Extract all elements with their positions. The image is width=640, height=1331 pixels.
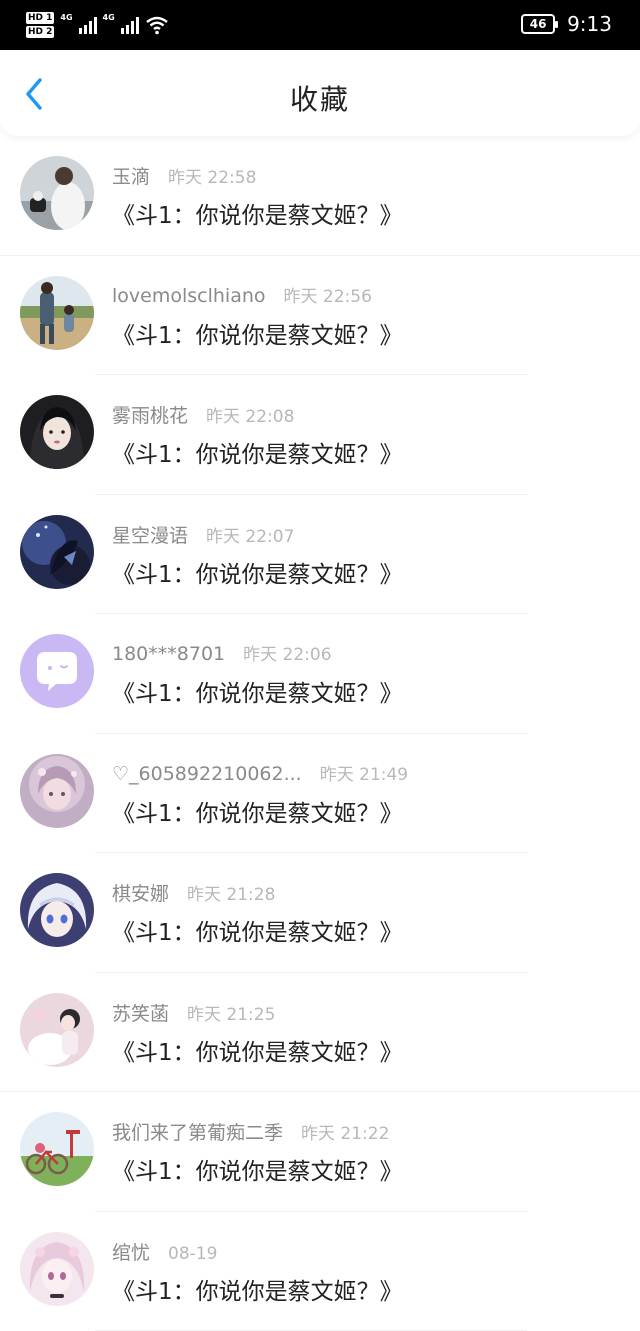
nickname: 星空漫语 [112,521,188,548]
status-time: 9:13 [567,12,612,36]
favorite-title[interactable]: 《斗1：你说你是蔡文姬？》 [112,794,403,828]
user-avatar[interactable] [20,754,94,828]
timestamp: 昨天 22:08 [206,402,294,427]
favorite-title[interactable]: 《斗1：你说你是蔡文姬？》 [112,435,403,469]
list-item[interactable]: 180***8701 昨天 22:06 《斗1：你说你是蔡文姬？》 [0,614,640,734]
nickname: lovemolsclhiano [112,285,266,307]
signal-strength-1-icon [79,16,97,34]
nickname: 绾忧 [112,1238,150,1265]
nickname: 我们来了第葡痴二季 [112,1118,283,1145]
user-avatar[interactable] [20,993,94,1067]
list-item[interactable]: 我们来了第葡痴二季 昨天 21:22 《斗1：你说你是蔡文姬？》 [0,1092,640,1212]
timestamp: 昨天 21:22 [301,1119,389,1144]
signal-strength-2-icon [121,16,139,34]
sim2-indicator: HD 2 [26,26,54,38]
user-avatar[interactable] [20,276,94,350]
favorite-title[interactable]: 《斗1：你说你是蔡文姬？》 [112,555,403,589]
nickname: 苏笑菡 [112,999,169,1026]
user-photo-icon [20,993,94,1067]
favorite-title[interactable]: 《斗1：你说你是蔡文姬？》 [112,1033,403,1067]
user-photo-icon [20,395,94,469]
list-item[interactable]: 棋安娜 昨天 21:28 《斗1：你说你是蔡文姬？》 [0,853,640,973]
timestamp: 昨天 21:25 [187,1000,275,1025]
favorite-title[interactable]: 《斗1：你说你是蔡文姬？》 [112,316,403,350]
timestamp: 昨天 21:28 [187,880,275,905]
user-photo-icon [20,754,94,828]
nickname: 玉滴 [112,162,150,189]
wifi-icon [145,15,169,35]
status-bar: HD 1 HD 2 4G 4G 46 9:13 [0,0,640,50]
nickname: ♡_605892210062... [112,763,302,785]
user-photo-icon [20,1232,94,1306]
user-photo-icon [20,1112,94,1186]
timestamp: 昨天 22:58 [168,163,256,188]
timestamp: 昨天 22:07 [206,522,294,547]
signal-area: HD 1 HD 2 4G 4G [26,6,169,44]
nav-bar: 收藏 [0,50,640,136]
favorite-title[interactable]: 《斗1：你说你是蔡文姬？》 [112,1152,403,1186]
user-avatar[interactable] [20,873,94,947]
timestamp: 昨天 21:49 [320,760,408,785]
user-photo-icon [20,515,94,589]
user-avatar[interactable] [20,395,94,469]
sim1-indicator: HD 1 [26,12,54,24]
default-chat-avatar-icon [20,634,94,708]
favorites-list: 玉滴 昨天 22:58 《斗1：你说你是蔡文姬？》 lovemolsclhian… [0,136,640,1331]
list-item[interactable]: 星空漫语 昨天 22:07 《斗1：你说你是蔡文姬？》 [0,495,640,615]
battery-icon: 46 [521,14,555,34]
user-avatar[interactable] [20,515,94,589]
list-item[interactable]: lovemolsclhiano 昨天 22:56 《斗1：你说你是蔡文姬？》 [0,256,640,376]
favorite-title[interactable]: 《斗1：你说你是蔡文姬？》 [112,913,403,947]
favorite-title[interactable]: 《斗1：你说你是蔡文姬？》 [112,196,403,230]
nickname: 棋安娜 [112,879,169,906]
timestamp: 昨天 22:06 [243,640,331,665]
favorite-title[interactable]: 《斗1：你说你是蔡文姬？》 [112,1272,403,1306]
list-item[interactable]: ♡_605892210062... 昨天 21:49 《斗1：你说你是蔡文姬？》 [0,734,640,854]
user-avatar[interactable] [20,156,94,230]
user-photo-icon [20,873,94,947]
nickname: 雾雨桃花 [112,401,188,428]
user-avatar[interactable] [20,1112,94,1186]
favorite-title[interactable]: 《斗1：你说你是蔡文姬？》 [112,674,403,708]
page-title: 收藏 [0,78,640,118]
list-item[interactable]: 雾雨桃花 昨天 22:08 《斗1：你说你是蔡文姬？》 [0,375,640,495]
user-avatar[interactable] [20,1232,94,1306]
list-item[interactable]: 绾忧 08-19 《斗1：你说你是蔡文姬？》 [0,1212,640,1331]
timestamp: 08-19 [168,1244,217,1264]
user-photo-icon [20,156,94,230]
user-photo-icon [20,276,94,350]
network-type-2: 4G [103,13,115,22]
list-item[interactable]: 玉滴 昨天 22:58 《斗1：你说你是蔡文姬？》 [0,136,640,256]
nickname: 180***8701 [112,643,225,665]
network-type-1: 4G [60,13,72,22]
timestamp: 昨天 22:56 [284,282,372,307]
user-avatar[interactable] [20,634,94,708]
list-item[interactable]: 苏笑菡 昨天 21:25 《斗1：你说你是蔡文姬？》 [0,973,640,1093]
